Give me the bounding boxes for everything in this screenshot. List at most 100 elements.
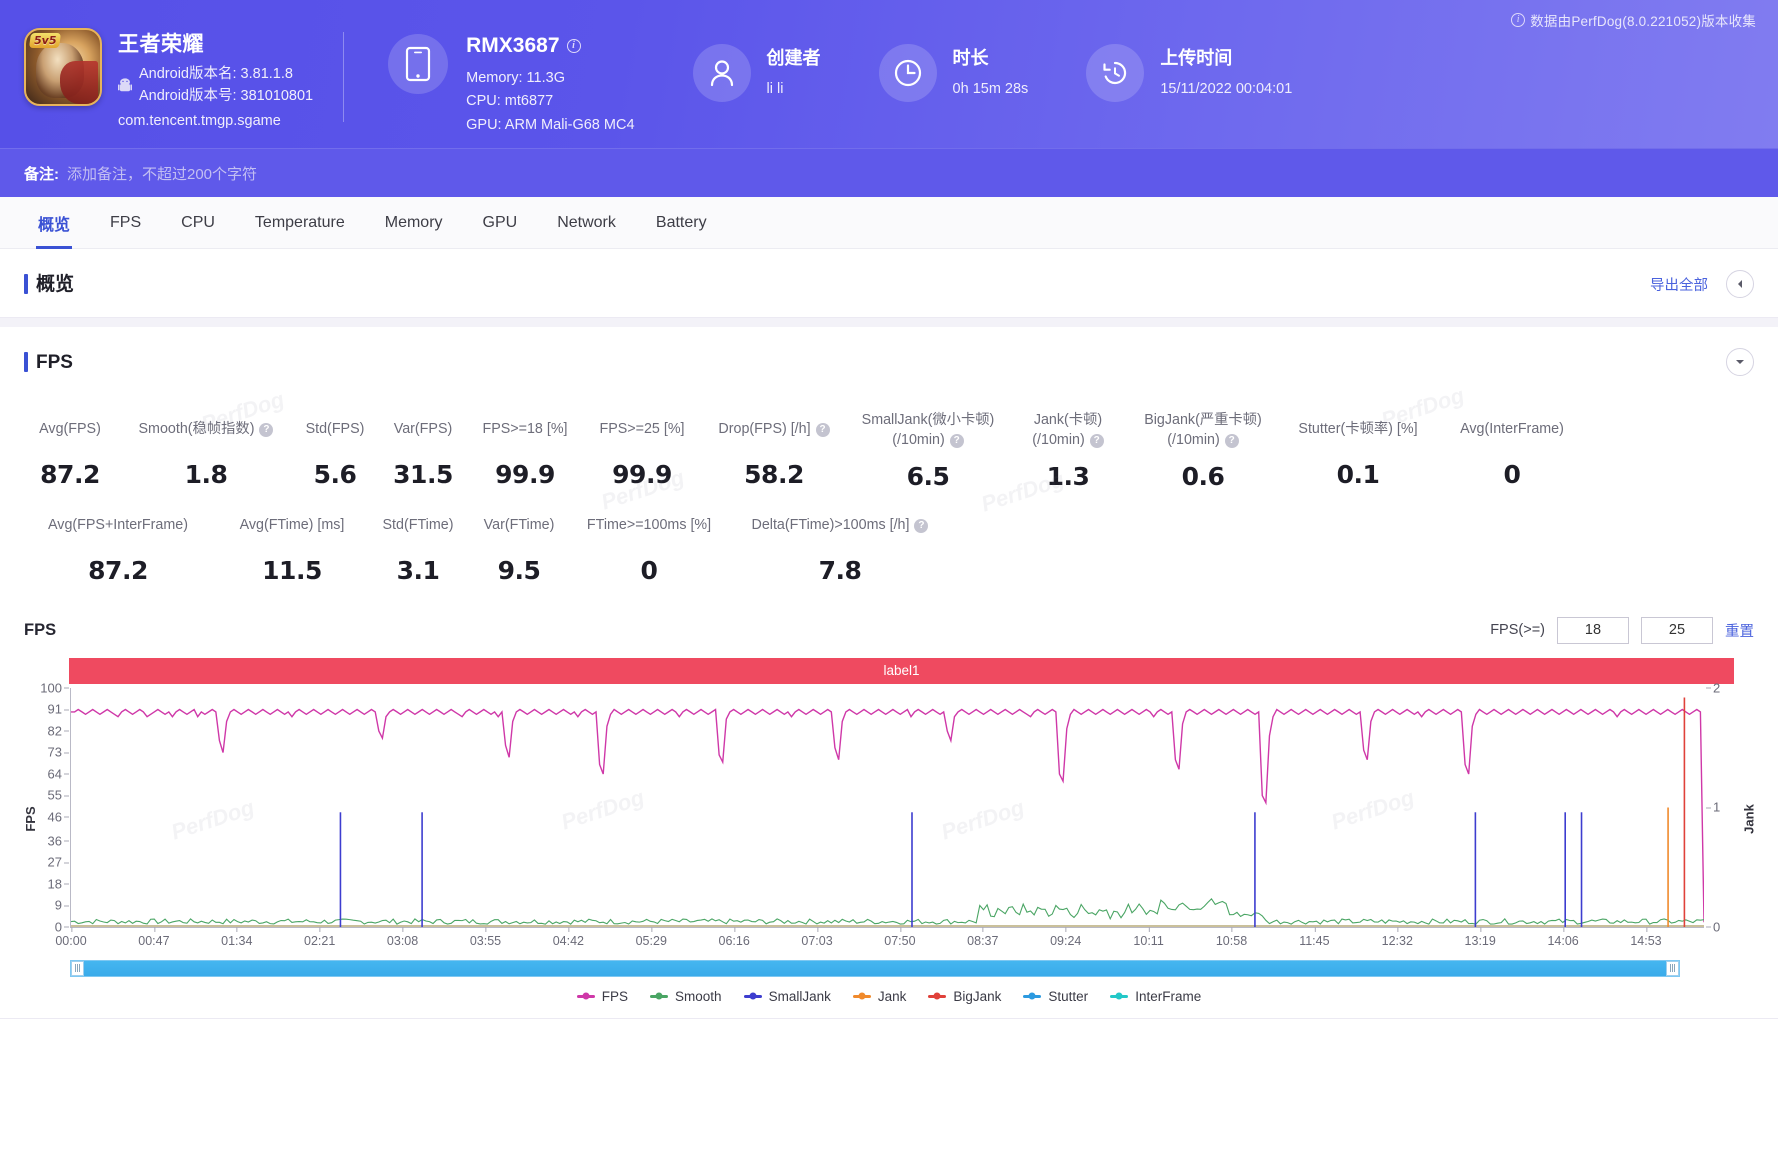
export-all-button[interactable]: 导出全部	[1650, 274, 1708, 295]
metric-label: SmallJank(微小卡顿) (/10min)?	[854, 411, 1002, 451]
tab-Network[interactable]: Network	[537, 197, 636, 249]
creator-block: 创建者 li li	[692, 18, 821, 102]
metric-label-text: Avg(FPS)	[39, 421, 101, 438]
help-icon[interactable]: ?	[1089, 433, 1104, 448]
metric-label: Avg(FPS+InterFrame)	[24, 507, 212, 545]
metric-value: 5.6	[313, 460, 357, 489]
metric-value: 87.2	[40, 460, 100, 489]
info-icon: i	[1511, 13, 1526, 27]
metric-fps-25-: FPS>=25 [%] 99.9	[584, 401, 700, 495]
legend-color-swatch	[576, 994, 595, 998]
metric-fps-18-: FPS>=18 [%] 99.9	[466, 401, 584, 495]
metric-label-sub: (/10min)	[892, 432, 945, 449]
legend-item-bigjank[interactable]: BigJank	[928, 989, 1001, 1004]
tab-label: GPU	[482, 213, 518, 231]
label-band[interactable]: label1	[69, 657, 1734, 684]
help-icon[interactable]: ?	[1224, 433, 1239, 448]
x-tick: 12:32	[1382, 926, 1413, 948]
chevron-down-icon	[1736, 360, 1744, 364]
metric-label: Smooth(稳帧指数)?	[128, 411, 284, 449]
legend-item-smooth[interactable]: Smooth	[650, 989, 722, 1004]
fps-metrics-row-1: Avg(FPS) 87.2 Smooth(稳帧指数)? 1.8 Std(FPS) 5.6 V…	[18, 401, 1760, 497]
fps-plot-area: FPS Jank 0 9 18 27 36 46 55 64 73 82 91 100 0 1 2 00:00…	[23, 680, 1757, 950]
help-icon[interactable]: ?	[259, 423, 274, 437]
legend-label: BigJank	[953, 988, 1002, 1004]
metric-label-line1: BigJank(严重卡顿)	[1144, 412, 1262, 428]
metric-label-text: Avg(FTime) [ms]	[239, 516, 345, 533]
phone-icon	[406, 46, 431, 82]
metric-label-text: Std(FPS)	[305, 421, 365, 438]
tab-CPU[interactable]: CPU	[161, 197, 235, 249]
help-icon[interactable]: ?	[914, 518, 929, 533]
timeline-scrollbar[interactable]	[24, 950, 1754, 977]
legend-item-interframe[interactable]: InterFrame	[1110, 989, 1201, 1004]
tab-FPS[interactable]: FPS	[90, 197, 161, 249]
legend-item-fps[interactable]: FPS	[576, 989, 628, 1004]
metric-delta-ftime-100ms-h-: Delta(FTime)>100ms [/h]? 7.8	[730, 497, 950, 591]
legend-color-swatch	[928, 994, 947, 998]
collect-version-note: i 数据由PerfDog(8.0.221052)版本收集	[1511, 10, 1756, 30]
chevron-left-icon	[1738, 280, 1742, 288]
metric-label-line2: (/10min)?	[1032, 431, 1104, 450]
device-info-icon[interactable]: i	[566, 39, 581, 53]
metric-label: FPS>=25 [%]	[590, 411, 694, 449]
fps-threshold-low-input[interactable]	[1557, 616, 1629, 644]
app-name: 王者荣耀	[118, 33, 204, 56]
help-icon[interactable]: ?	[815, 423, 830, 437]
metric-value: 7.8	[818, 555, 862, 585]
help-icon[interactable]: ?	[949, 433, 964, 448]
metric-value: 9.5	[497, 555, 541, 585]
fps-collapse-button[interactable]	[1726, 348, 1754, 376]
fps-threshold-high-input[interactable]	[1641, 616, 1713, 644]
legend-item-jank[interactable]: Jank	[852, 989, 906, 1004]
metric-value: 58.2	[744, 460, 804, 489]
metric-label-sub: (/10min)	[1032, 432, 1085, 449]
device-gpu: GPU: ARM Mali-G68 MC4	[466, 116, 635, 133]
metric-value: 0	[1503, 460, 1521, 489]
metric-std-ftime-: Std(FTime) 3.1	[366, 497, 470, 591]
y2-tick: 0	[1704, 919, 1720, 934]
fps-chart-toolbar: FPS FPS(>=) 重置	[24, 616, 1754, 644]
metric-label-line2: (/10min)?	[892, 431, 964, 450]
x-tick: 02:21	[304, 926, 335, 948]
scroll-track[interactable]	[70, 959, 1680, 977]
note-placeholder[interactable]: 添加备注，不超过200个字符	[67, 163, 257, 184]
metric-label-text: FPS>=25 [%]	[599, 421, 685, 438]
metric-label-text: Var(FPS)	[393, 421, 453, 438]
tab-Temperature[interactable]: Temperature	[235, 197, 365, 249]
scroll-handle-right[interactable]	[1666, 960, 1679, 976]
legend-item-stutter[interactable]: Stutter	[1023, 989, 1088, 1004]
metric-ftime-100ms-: FTime>=100ms [%] 0	[568, 497, 730, 591]
collapse-all-button[interactable]	[1726, 270, 1754, 298]
tab-概览[interactable]: 概览	[18, 197, 90, 249]
legend-color-swatch	[1023, 994, 1042, 998]
page-title: 概览	[24, 273, 74, 294]
legend-label: Smooth	[675, 988, 722, 1004]
x-tick: 11:45	[1299, 926, 1330, 948]
app-version-name: Android版本名: 3.81.1.8	[139, 66, 293, 82]
reset-button[interactable]: 重置	[1725, 620, 1754, 641]
tab-Memory[interactable]: Memory	[365, 197, 463, 249]
metric-avg-ftime-ms-: Avg(FTime) [ms] 11.5	[218, 497, 366, 591]
metric-label-text: Smooth(稳帧指数)	[138, 421, 255, 438]
panel-separator	[0, 318, 1778, 327]
metric-value: 0	[640, 555, 658, 585]
scroll-handle-left[interactable]	[71, 960, 84, 976]
note-bar[interactable]: 备注: 添加备注，不超过200个字符	[0, 148, 1778, 197]
tab-GPU[interactable]: GPU	[463, 197, 538, 249]
device-model: RMX3687	[466, 34, 560, 57]
metric-value: 31.5	[393, 460, 453, 489]
duration-value: 0h 15m 28s	[952, 81, 1029, 97]
metric-label: Delta(FTime)>100ms [/h]?	[736, 507, 944, 545]
x-tick: 09:24	[1050, 926, 1081, 948]
plot-canvas[interactable]: 0 9 18 27 36 46 55 64 73 82 91 100 0 1 2 00:00 00:47 01:3…	[40, 680, 1720, 948]
metric-smooth-: Smooth(稳帧指数)? 1.8	[122, 401, 290, 495]
legend-color-swatch	[1110, 994, 1129, 998]
metric-std-fps-: Std(FPS) 5.6	[290, 401, 380, 495]
metric-label-text: Avg(FPS+InterFrame)	[48, 516, 188, 533]
metric-label: Std(FPS)	[296, 411, 374, 449]
y-tick: 73	[48, 745, 71, 760]
metric-label: Avg(FPS)	[24, 411, 116, 449]
tab-Battery[interactable]: Battery	[636, 197, 727, 249]
legend-item-smalljank[interactable]: SmallJank	[743, 989, 831, 1004]
